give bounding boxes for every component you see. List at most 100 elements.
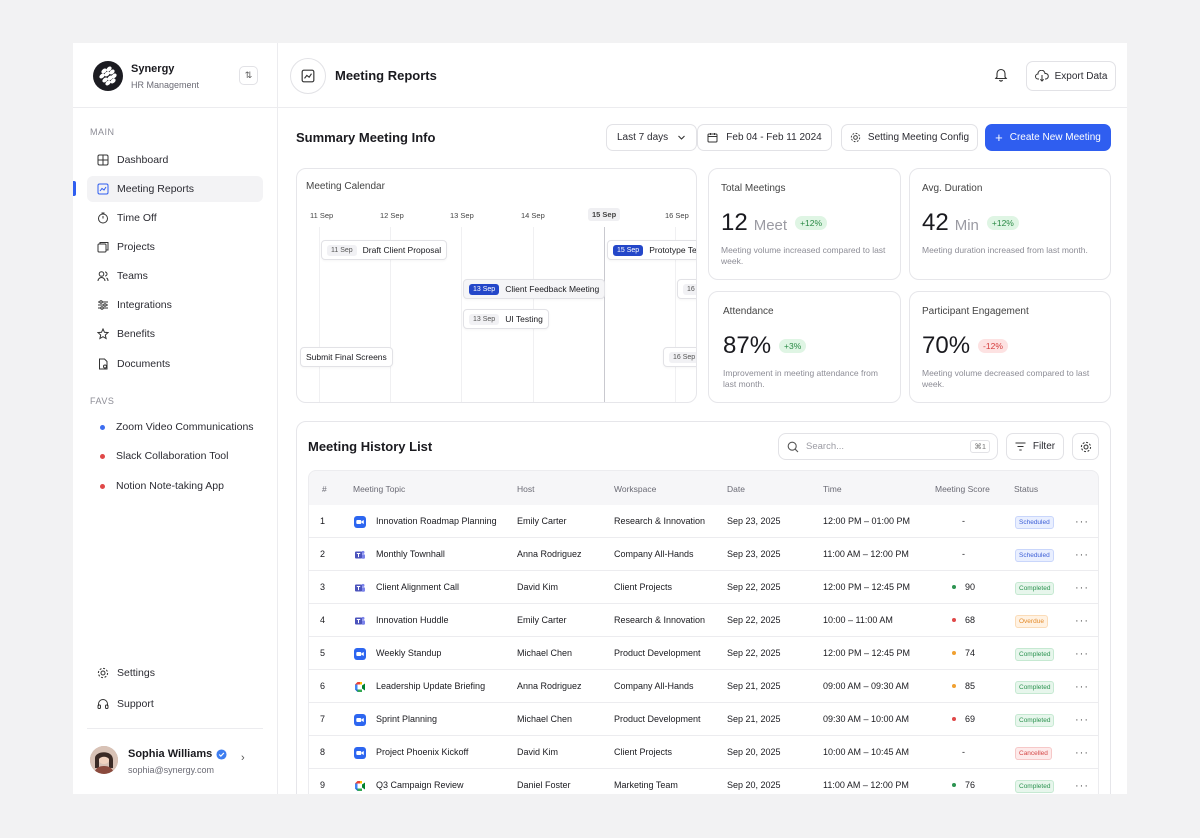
host: Emily Carter	[517, 516, 567, 526]
more-options-icon[interactable]: ···	[1075, 549, 1089, 561]
table-row[interactable]: 8 Project Phoenix Kickoff David Kim Client …	[309, 736, 1098, 769]
gear-icon	[1080, 441, 1092, 453]
column-header[interactable]: Time	[823, 484, 842, 494]
teams-icon	[354, 615, 366, 627]
calendar-event[interactable]: 16 Sep	[663, 347, 696, 367]
date-range-picker[interactable]: Feb 04 - Feb 11 2024	[697, 124, 832, 151]
more-options-icon[interactable]: ···	[1075, 747, 1089, 759]
grid-icon	[97, 154, 109, 166]
column-header[interactable]: Meeting Topic	[353, 484, 405, 494]
sidebar-item-projects[interactable]: Projects	[87, 234, 263, 260]
column-header[interactable]: Workspace	[614, 484, 656, 494]
sidebar-item-settings[interactable]: Settings	[87, 660, 263, 686]
more-options-icon[interactable]: ···	[1075, 516, 1089, 528]
table-row[interactable]: 1 Innovation Roadmap Planning Emily Carter…	[309, 505, 1098, 538]
sidebar-item-support[interactable]: Support	[87, 691, 263, 717]
date: Sep 22, 2025	[727, 582, 781, 592]
fav-item-notion[interactable]: Notion Note-taking App	[87, 473, 263, 499]
sidebar-item-time-off[interactable]: Time Off	[87, 205, 263, 231]
table-row[interactable]: 4 Innovation Huddle Emily Carter Research &…	[309, 604, 1098, 637]
user-profile[interactable]: Sophia Williams sophia@synergy.com ›	[87, 728, 263, 794]
date: Sep 22, 2025	[727, 648, 781, 658]
sidebar-item-meeting-reports[interactable]: Meeting Reports	[87, 176, 263, 202]
status-badge: Completed	[1015, 582, 1055, 595]
workspace: Product Development	[614, 714, 701, 724]
more-options-icon[interactable]: ···	[1075, 714, 1089, 726]
score-dot	[952, 585, 956, 589]
table-row[interactable]: 7 Sprint Planning Michael Chen Product Deve…	[309, 703, 1098, 736]
column-header[interactable]: Host	[517, 484, 534, 494]
sidebar-item-label: Settings	[117, 667, 155, 679]
date: Sep 21, 2025	[727, 714, 781, 724]
meeting-topic[interactable]: Innovation Roadmap Planning	[376, 516, 497, 526]
column-header[interactable]: Date	[727, 484, 745, 494]
stat-value-row: 42 Min +12%	[922, 209, 1019, 237]
sidebar-item-benefits[interactable]: Benefits	[87, 321, 263, 347]
meeting-topic[interactable]: Sprint Planning	[376, 714, 437, 724]
stat-unit: Meet	[753, 217, 788, 234]
sidebar-item-documents[interactable]: Documents	[87, 351, 263, 377]
gear-icon	[97, 667, 109, 679]
bell-icon[interactable]	[994, 67, 1008, 87]
time: 12:00 PM – 01:00 PM	[823, 516, 911, 526]
calendar-event[interactable]: 16 Sep	[677, 279, 696, 299]
table-settings-button[interactable]	[1072, 433, 1099, 460]
score-value: -	[962, 516, 965, 526]
create-meeting-button[interactable]: + Create New Meeting	[985, 124, 1111, 151]
table-row[interactable]: 5 Weekly Standup Michael Chen Product Devel…	[309, 637, 1098, 670]
meeting-topic[interactable]: Project Phoenix Kickoff	[376, 747, 468, 757]
sidebar-item-integrations[interactable]: Integrations	[87, 292, 263, 318]
host: David Kim	[517, 582, 559, 592]
more-options-icon[interactable]: ···	[1075, 582, 1089, 594]
fav-label: Notion Note-taking App	[116, 480, 224, 492]
workspace: Client Projects	[614, 582, 673, 592]
sidebar-item-dashboard[interactable]: Dashboard	[87, 147, 263, 173]
meeting-topic[interactable]: Client Alignment Call	[376, 582, 459, 592]
user-name: Sophia Williams	[128, 748, 213, 760]
column-header[interactable]: Status	[1014, 484, 1038, 494]
search-input[interactable]: Search... ⌘1	[778, 433, 998, 460]
meeting-score: 74	[952, 648, 975, 658]
score-value: 68	[965, 615, 976, 625]
cloud-download-icon	[1034, 70, 1049, 82]
export-data-button[interactable]: Export Data	[1026, 61, 1116, 91]
meeting-topic[interactable]: Leadership Update Briefing	[376, 681, 485, 691]
more-options-icon[interactable]: ···	[1075, 648, 1089, 660]
meeting-topic[interactable]: Weekly Standup	[376, 648, 441, 658]
calendar-event[interactable]: 13 Sep UI Testing	[463, 309, 549, 329]
more-options-icon[interactable]: ···	[1075, 681, 1089, 693]
table-row[interactable]: 2 Monthly Townhall Anna Rodriguez Company A…	[309, 538, 1098, 571]
stat-description: Improvement in meeting attendance from l…	[723, 368, 878, 389]
calendar-event[interactable]: Submit Final Screens	[300, 347, 393, 367]
table-row[interactable]: 3 Client Alignment Call David Kim Client Pr…	[309, 571, 1098, 604]
meeting-score: -	[962, 516, 965, 526]
meeting-config-button[interactable]: Setting Meeting Config	[841, 124, 978, 151]
column-header[interactable]: Meeting Score	[935, 484, 990, 494]
time: 10:00 AM – 10:45 AM	[823, 747, 910, 757]
stat-title: Participant Engagement	[922, 306, 1029, 317]
period-select[interactable]: Last 7 days	[606, 124, 697, 151]
calendar-event[interactable]: 15 Sep Prototype Testing	[607, 240, 696, 260]
calendar-day: 11 Sep	[310, 211, 334, 220]
meeting-topic[interactable]: Monthly Townhall	[376, 549, 445, 559]
table-row[interactable]: 6 Leadership Update Briefing Anna Rodrigue…	[309, 670, 1098, 703]
app-window: Synergy HR Management ⇅ MAIN Dashboard M…	[73, 43, 1127, 794]
chevron-right-icon[interactable]: ›	[241, 752, 245, 764]
fav-item-zoom[interactable]: Zoom Video Communications	[87, 414, 263, 440]
more-options-icon[interactable]: ···	[1075, 615, 1089, 627]
table-row[interactable]: 9 Q3 Campaign Review Daniel Foster Marketin…	[309, 769, 1098, 794]
score-dot	[952, 618, 956, 622]
more-options-icon[interactable]: ···	[1075, 780, 1089, 792]
calendar-event[interactable]: 11 Sep Draft Client Proposal	[321, 240, 448, 260]
time: 12:00 PM – 12:45 PM	[823, 582, 911, 592]
meeting-topic[interactable]: Q3 Campaign Review	[376, 780, 464, 790]
chevron-up-down-icon[interactable]: ⇅	[239, 66, 258, 85]
meeting-topic[interactable]: Innovation Huddle	[376, 615, 449, 625]
calendar-event[interactable]: 13 Sep Client Feedback Meeting	[463, 279, 606, 299]
sidebar-item-teams[interactable]: Teams	[87, 263, 263, 289]
filter-button[interactable]: Filter	[1006, 433, 1064, 460]
calendar-day: 13 Sep	[450, 211, 474, 220]
brand-subtitle: HR Management	[131, 80, 200, 90]
brand-switcher[interactable]: Synergy HR Management ⇅	[73, 43, 278, 108]
fav-item-slack[interactable]: Slack Collaboration Tool	[87, 443, 263, 469]
